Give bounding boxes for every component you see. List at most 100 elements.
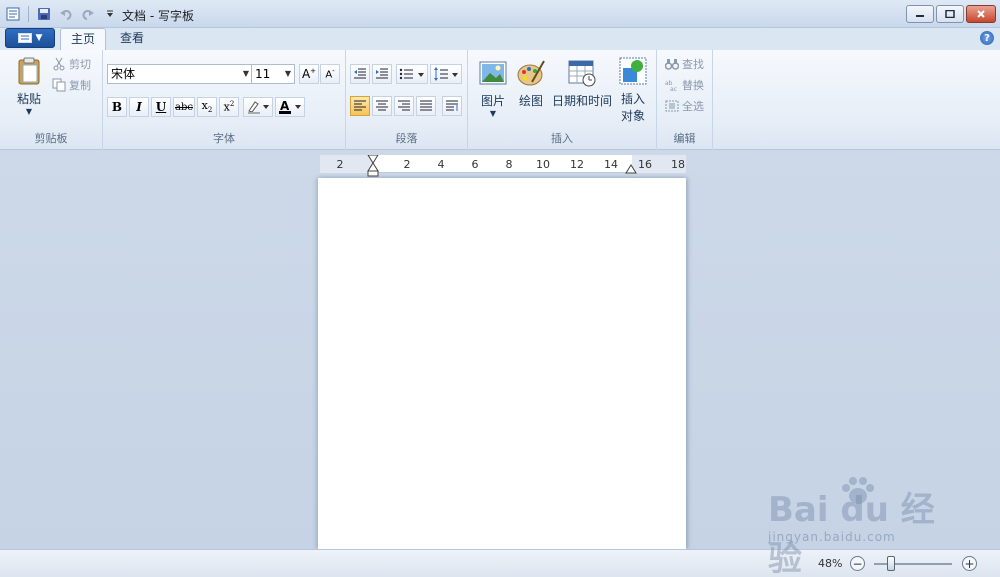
insert-object-button[interactable]: 插入 对象 — [618, 56, 648, 124]
binoculars-icon — [665, 59, 679, 70]
decrease-indent-button[interactable] — [350, 64, 370, 84]
bold-button[interactable]: B — [107, 97, 127, 117]
editing-group-label: 编辑 — [673, 132, 696, 145]
insert-group: 图片 ▼ 绘图 日期和时间 插入 对象 插入 — [468, 50, 657, 150]
save-icon[interactable] — [35, 5, 53, 23]
tab-home[interactable]: 主页 — [60, 28, 107, 50]
ruler-tick: 4 — [437, 158, 445, 171]
ruler-tick: 2 — [403, 158, 411, 171]
picture-label: 图片 — [480, 94, 505, 108]
decrease-indent-icon — [354, 68, 366, 79]
ruler-tick: 16 — [638, 158, 652, 171]
chevron-down-icon: ▼ — [242, 69, 249, 78]
ruler-tick: 2 — [336, 158, 344, 171]
find-button[interactable]: 查找 — [665, 56, 704, 72]
window-title: 文档 - 写字板 — [122, 9, 194, 23]
app-icon[interactable] — [4, 5, 22, 23]
shrink-font-icon: A- — [325, 67, 335, 81]
subscript-button[interactable]: x2 — [197, 97, 217, 117]
insert-object-label-line2: 对象 — [620, 109, 645, 123]
picture-button[interactable]: 图片 ▼ — [478, 58, 508, 118]
paste-button[interactable]: 粘贴 ▼ — [14, 56, 44, 116]
superscript-button[interactable]: x2 — [219, 97, 239, 117]
clipboard-group-label: 剪贴板 — [34, 132, 68, 145]
copy-button[interactable]: 复制 — [52, 77, 91, 93]
font-family-combo[interactable]: 宋体 ▼ — [107, 64, 253, 84]
increase-indent-icon — [376, 68, 388, 79]
paint-drawing-button[interactable]: 绘图 — [516, 58, 546, 109]
underline-button[interactable]: U — [151, 97, 171, 117]
justify-icon — [420, 100, 432, 111]
help-icon[interactable]: ? — [980, 31, 994, 45]
close-button[interactable] — [966, 5, 996, 23]
font-size-combo[interactable]: 11 ▼ — [251, 64, 295, 84]
replace-label: 替换 — [682, 79, 704, 92]
find-label: 查找 — [682, 58, 704, 71]
align-center-button[interactable] — [372, 96, 392, 116]
paragraph-group: 段落 — [346, 50, 468, 150]
application-menu-button[interactable]: ▼ — [5, 28, 55, 48]
paragraph-settings-button[interactable] — [442, 96, 462, 116]
copy-icon — [52, 78, 66, 92]
ruler[interactable]: 2 2 4 6 8 10 12 14 16 18 — [320, 155, 686, 177]
font-group: 宋体 ▼ 11 ▼ A+ A- B I U abc x2 x2 A 字体 — [103, 50, 346, 150]
insert-group-label: 插入 — [551, 132, 573, 145]
line-spacing-button[interactable] — [430, 64, 462, 84]
editing-group: 查找 ab ac 替换 全选 编辑 — [657, 50, 713, 150]
select-all-label: 全选 — [682, 100, 704, 113]
ruler-tick: 12 — [570, 158, 584, 171]
font-color-button[interactable]: A — [275, 97, 305, 117]
document-page[interactable] — [318, 178, 686, 549]
justify-button[interactable] — [416, 96, 436, 116]
paste-icon — [18, 57, 40, 85]
customize-qat-icon[interactable] — [101, 5, 119, 23]
maximize-button[interactable] — [936, 5, 964, 23]
quick-access-toolbar — [4, 5, 119, 23]
increase-indent-button[interactable] — [372, 64, 392, 84]
minimize-button[interactable] — [906, 5, 934, 23]
grow-font-button[interactable]: A+ — [299, 64, 319, 84]
ruler-tick: 10 — [536, 158, 550, 171]
align-right-button[interactable] — [394, 96, 414, 116]
undo-icon[interactable] — [57, 5, 75, 23]
subscript-icon: x2 — [201, 99, 213, 115]
ruler-left-margin — [320, 155, 374, 173]
highlighter-icon — [248, 101, 269, 114]
align-left-button[interactable] — [350, 96, 370, 116]
replace-button[interactable]: ab ac 替换 — [665, 77, 704, 93]
bullet-list-icon — [399, 68, 424, 80]
align-left-icon — [354, 100, 366, 111]
ribbon-tab-row: ▼ 主页 查看 ? — [0, 28, 1000, 50]
font-family-value: 宋体 — [111, 67, 136, 81]
select-all-button[interactable]: 全选 — [665, 98, 704, 114]
ruler-tick: 18 — [671, 158, 685, 171]
palette-icon — [517, 60, 545, 86]
italic-button[interactable]: I — [129, 97, 149, 117]
paint-label: 绘图 — [518, 94, 543, 108]
grow-font-icon: A+ — [301, 67, 317, 81]
title-bar: 文档 - 写字板 — [0, 0, 1000, 28]
cut-button[interactable]: 剪切 — [52, 56, 91, 72]
qat-separator — [28, 6, 29, 22]
paragraph-icon — [446, 100, 458, 111]
zoom-in-button[interactable]: + — [962, 556, 977, 571]
paste-dropdown-icon[interactable]: ▼ — [26, 107, 32, 116]
superscript-icon: x2 — [223, 100, 235, 114]
font-color-icon: A — [279, 99, 301, 114]
strikethrough-button[interactable]: abc — [173, 97, 195, 117]
maximize-icon — [945, 10, 955, 18]
shrink-font-button[interactable]: A- — [320, 64, 340, 84]
select-all-icon — [665, 100, 679, 112]
highlight-color-button[interactable] — [243, 97, 273, 117]
indent-marker-icon[interactable] — [367, 155, 379, 177]
document-icon — [17, 33, 32, 43]
tab-view[interactable]: 查看 — [110, 28, 154, 50]
right-indent-marker-icon[interactable] — [625, 162, 637, 174]
redo-icon[interactable] — [79, 5, 97, 23]
datetime-button[interactable]: 日期和时间 — [552, 58, 612, 109]
window-controls — [906, 5, 996, 23]
chevron-down-icon: ▼ — [284, 69, 291, 78]
picture-dropdown-icon[interactable]: ▼ — [490, 109, 496, 118]
insert-object-label-line1: 插入 — [620, 92, 645, 106]
list-button[interactable] — [396, 64, 428, 84]
